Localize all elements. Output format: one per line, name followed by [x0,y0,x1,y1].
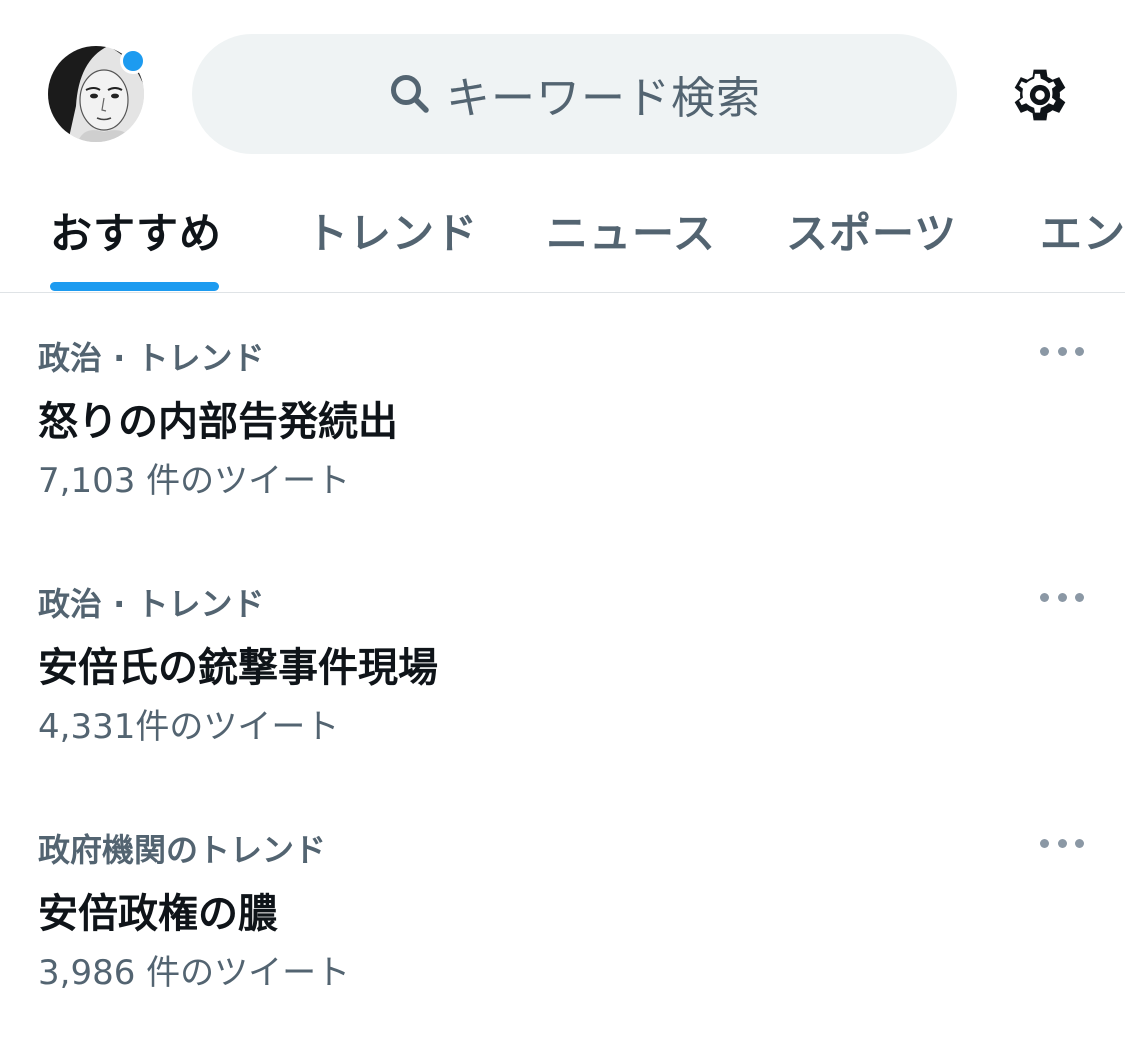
notification-dot [120,48,146,74]
trend-title: 怒りの内部告発続出 [38,399,398,445]
trend-tweet-count: 4,331件のツイート [38,707,340,747]
trend-title: 安倍政権の膿 [38,891,278,937]
trend-item[interactable]: 政府機関のトレンド 安倍政権の膿 3,986 件のツイート [0,785,1125,1031]
more-options-icon[interactable] [1040,837,1084,849]
tab-sports[interactable]: スポーツ [786,200,957,261]
active-tab-indicator [50,282,219,291]
trend-category: 政治 · トレンド [38,339,265,377]
tab-trends[interactable]: トレンド [306,200,478,261]
tab-recommended[interactable]: おすすめ [50,200,222,261]
trend-category: 政治 · トレンド [38,585,265,623]
profile-avatar-button[interactable] [48,46,146,142]
trend-category: 政府機関のトレンド [38,831,327,869]
trend-item[interactable]: 政治 · トレンド 怒りの内部告発続出 7,103 件のツイート [0,293,1125,539]
trend-tweet-count: 3,986 件のツイート [38,953,351,993]
tab-entertainment[interactable]: エン [1040,200,1125,261]
search-placeholder: キーワード検索 [446,73,761,124]
explore-tabs: おすすめ トレンド ニュース スポーツ エン [0,180,1125,293]
more-options-icon[interactable] [1040,591,1084,603]
trend-title: 安倍氏の銃撃事件現場 [38,645,438,691]
search-bar[interactable]: キーワード検索 [192,34,957,154]
tab-news[interactable]: ニュース [546,200,716,261]
top-bar: キーワード検索 [0,0,1125,180]
trend-item[interactable]: 政治 · トレンド 安倍氏の銃撃事件現場 4,331件のツイート [0,539,1125,785]
trend-tweet-count: 7,103 件のツイート [38,461,351,501]
search-icon [388,72,432,116]
more-options-icon[interactable] [1040,345,1084,357]
settings-button[interactable] [1008,63,1072,127]
gear-icon [1014,69,1066,121]
